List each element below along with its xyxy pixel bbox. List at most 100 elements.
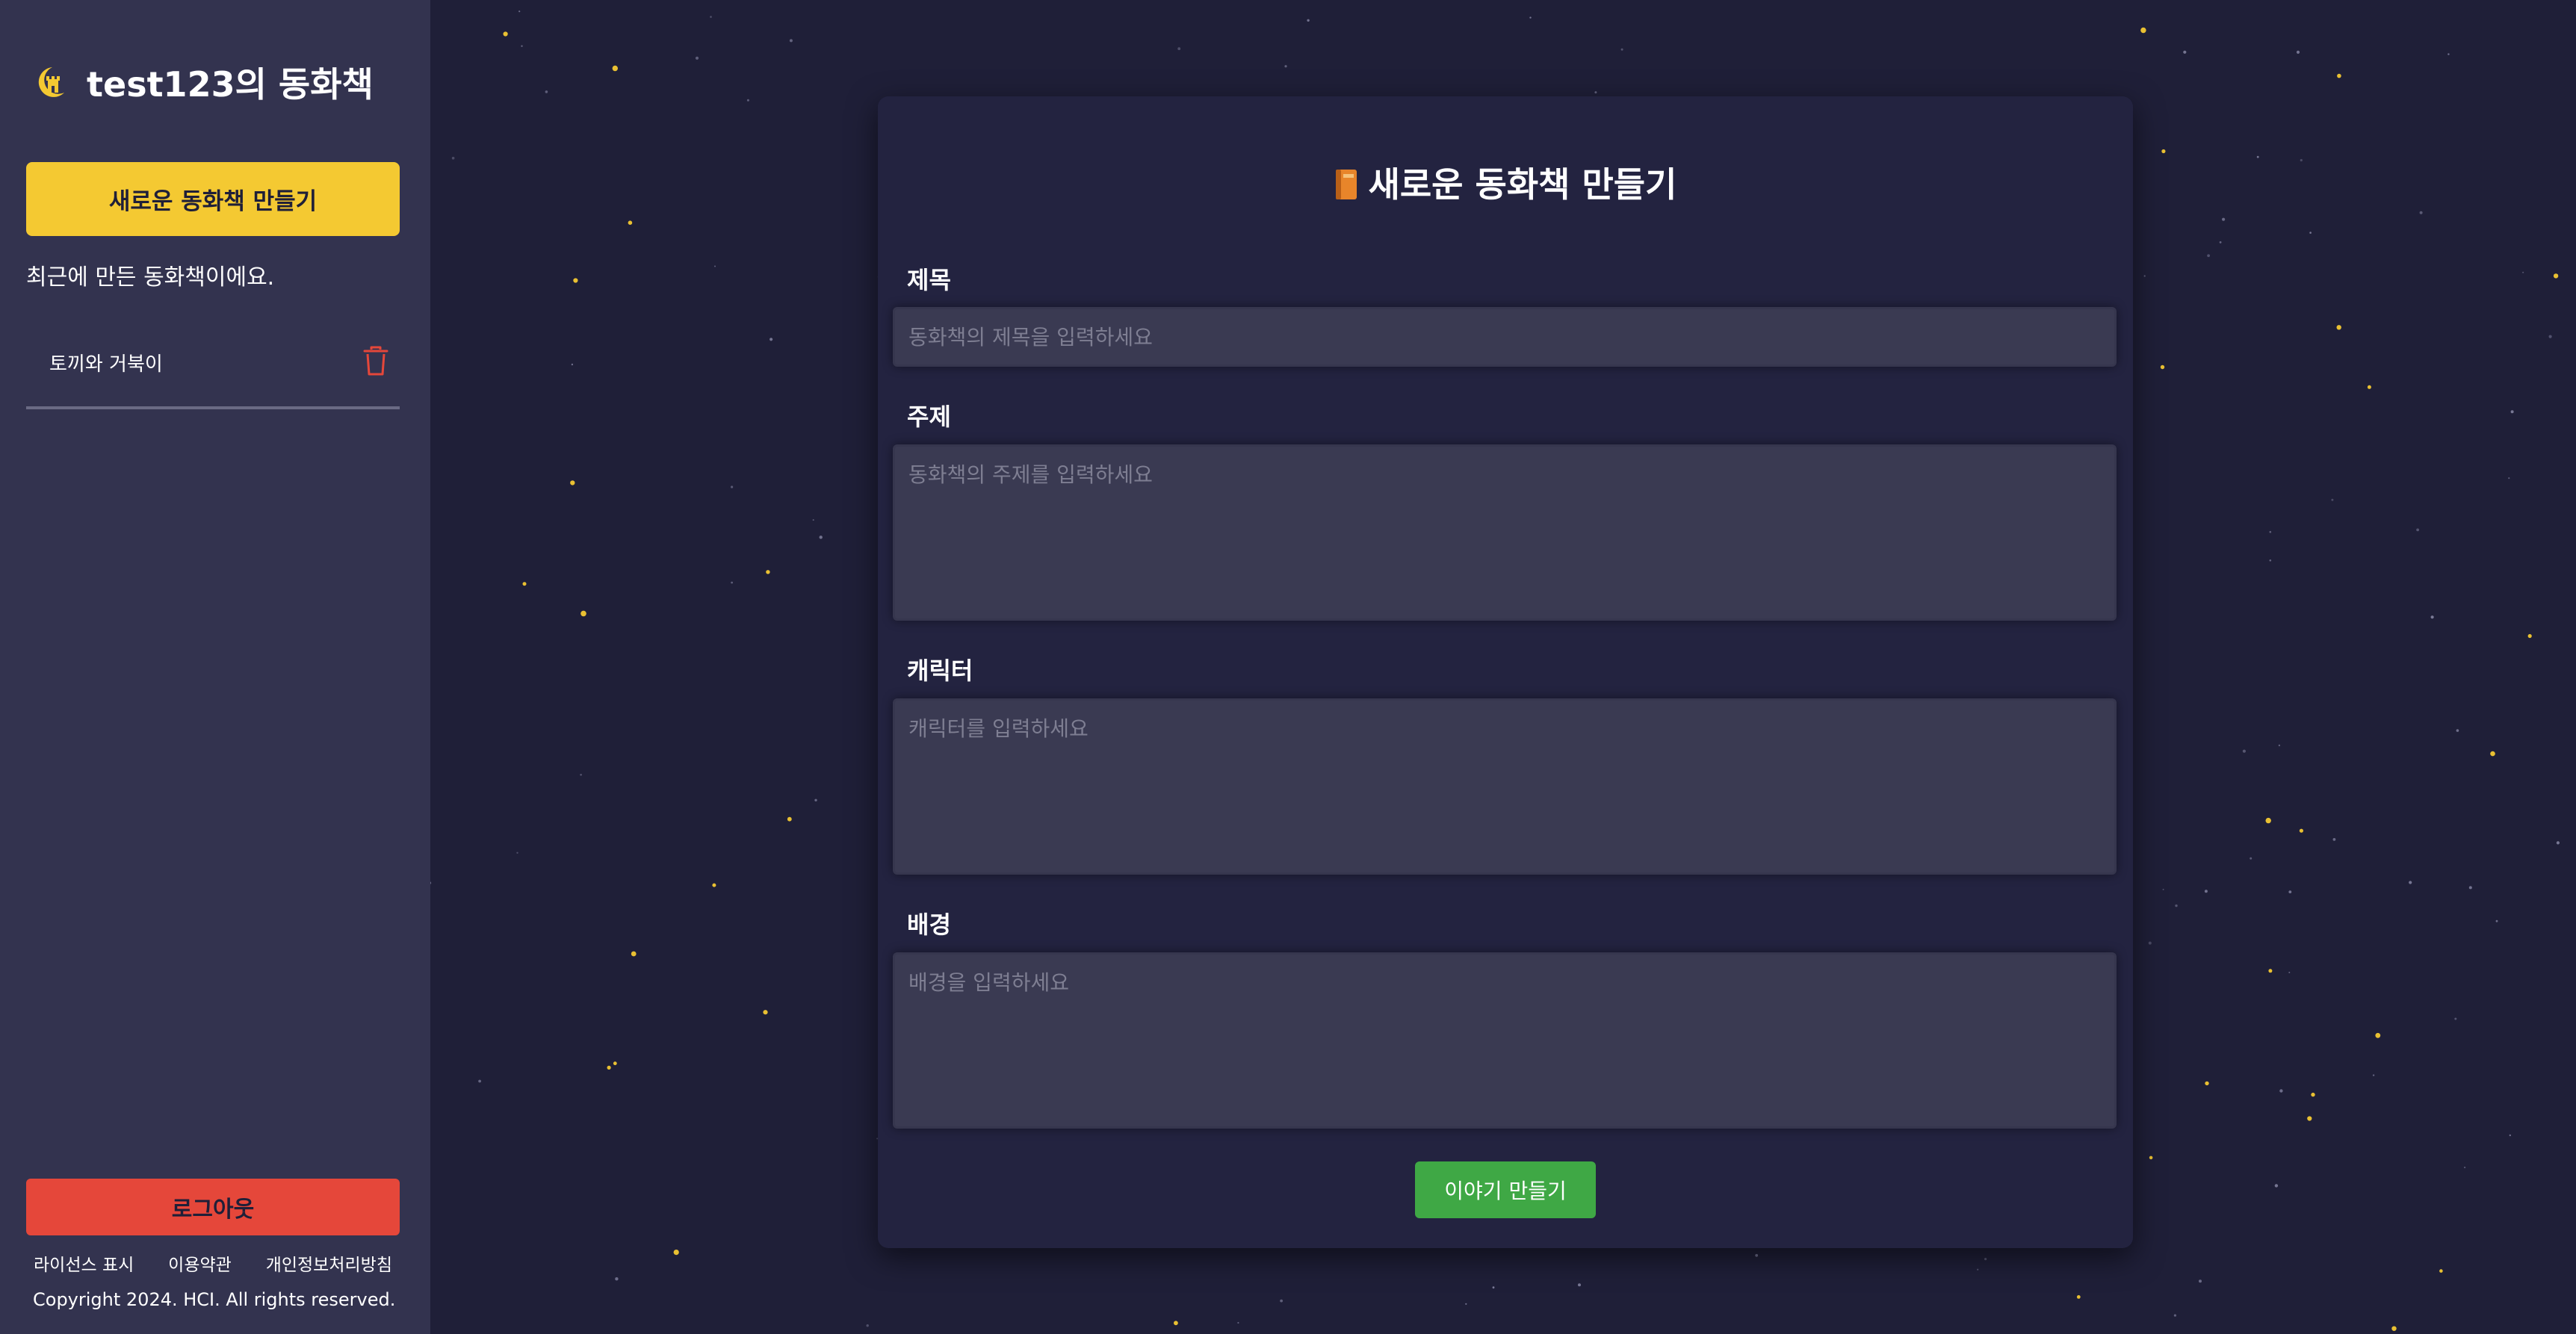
star xyxy=(607,1065,611,1070)
star xyxy=(766,570,770,574)
star xyxy=(2148,941,2152,945)
star xyxy=(2149,1155,2153,1160)
trash-icon[interactable] xyxy=(362,345,389,376)
star xyxy=(2447,53,2450,55)
star xyxy=(628,220,633,226)
form-title-wrapper: 새로운 동화책 만들기 xyxy=(878,158,2133,207)
star xyxy=(2409,881,2412,884)
star xyxy=(1578,1283,1581,1287)
star xyxy=(2268,969,2273,973)
star xyxy=(2288,890,2292,893)
star xyxy=(2454,1017,2457,1020)
star xyxy=(1529,16,1532,19)
star xyxy=(2309,232,2312,234)
star xyxy=(2391,1326,2397,1331)
star xyxy=(2522,271,2524,273)
new-book-button[interactable]: 새로운 동화책 만들기 xyxy=(26,162,400,236)
star xyxy=(731,485,734,488)
star xyxy=(2279,1089,2283,1093)
background-textarea[interactable] xyxy=(893,952,2117,1129)
star xyxy=(2299,828,2303,833)
topic-label: 주제 xyxy=(907,403,951,431)
star xyxy=(2143,275,2146,277)
star xyxy=(516,851,518,854)
star xyxy=(2464,1166,2466,1169)
star xyxy=(2510,410,2514,414)
star xyxy=(710,16,712,18)
star xyxy=(2160,364,2165,370)
star xyxy=(2456,729,2459,732)
star xyxy=(2439,1269,2443,1273)
star xyxy=(2269,559,2272,562)
topic-textarea[interactable] xyxy=(893,444,2117,621)
star xyxy=(2508,477,2510,480)
star xyxy=(1465,1303,1467,1305)
star xyxy=(2278,744,2281,747)
license-link[interactable]: 라이선스 표시 xyxy=(34,1250,134,1276)
star xyxy=(2300,158,2303,162)
star xyxy=(2509,1134,2511,1137)
star xyxy=(478,1079,481,1083)
star xyxy=(673,1250,679,1256)
star xyxy=(2288,972,2291,973)
star xyxy=(2495,919,2498,922)
star xyxy=(2527,633,2532,639)
characters-textarea[interactable] xyxy=(893,698,2117,875)
star xyxy=(573,278,578,283)
star xyxy=(2222,217,2226,221)
star xyxy=(1284,65,1287,68)
star xyxy=(580,610,586,617)
star xyxy=(545,90,548,93)
star xyxy=(521,45,523,47)
star xyxy=(580,774,582,776)
book-list-item[interactable]: 토끼와 거북이 xyxy=(26,329,400,409)
privacy-policy-link[interactable]: 개인정보처리방침 xyxy=(266,1250,392,1276)
star xyxy=(746,99,749,102)
star xyxy=(1307,19,1310,22)
star xyxy=(2430,615,2434,619)
star xyxy=(2468,886,2472,890)
star xyxy=(2548,335,2552,338)
star xyxy=(2490,751,2495,757)
terms-link[interactable]: 이용약관 xyxy=(168,1250,232,1276)
star xyxy=(1237,1321,1239,1324)
star xyxy=(1280,1299,1283,1303)
star xyxy=(451,156,455,160)
star xyxy=(2367,385,2371,389)
logout-button[interactable]: 로그아웃 xyxy=(26,1179,400,1235)
star xyxy=(1174,1321,1178,1326)
form-title: 새로운 동화책 만들기 xyxy=(1368,164,1677,205)
star xyxy=(570,480,575,485)
star xyxy=(866,1324,869,1327)
star xyxy=(2265,817,2271,824)
star xyxy=(2076,1295,2081,1299)
star xyxy=(2553,273,2559,279)
star xyxy=(2332,838,2336,841)
star xyxy=(2331,498,2334,501)
star xyxy=(2419,211,2423,214)
star xyxy=(613,1061,617,1066)
title-input[interactable] xyxy=(893,307,2117,367)
star xyxy=(1620,48,1623,51)
star xyxy=(2372,1074,2375,1076)
star xyxy=(2556,841,2560,845)
star xyxy=(1755,1253,1759,1257)
star xyxy=(2337,73,2341,78)
star xyxy=(731,581,733,584)
star xyxy=(2311,1092,2315,1097)
star xyxy=(2204,890,2208,893)
star xyxy=(2183,50,2187,54)
star xyxy=(812,519,814,521)
book-icon xyxy=(1335,170,1357,199)
create-story-button[interactable]: 이야기 만들기 xyxy=(1415,1161,1596,1218)
star xyxy=(2173,1314,2176,1317)
star xyxy=(615,1277,619,1281)
characters-label: 캐릭터 xyxy=(907,657,973,685)
star xyxy=(571,363,574,366)
star xyxy=(2274,1184,2279,1188)
star xyxy=(712,883,716,887)
star xyxy=(2256,155,2259,158)
star xyxy=(1492,1286,1495,1289)
star xyxy=(695,56,699,60)
new-book-form-card: 새로운 동화책 만들기 제목 주제 캐릭터 배경 이야기 만들기 xyxy=(878,96,2133,1248)
